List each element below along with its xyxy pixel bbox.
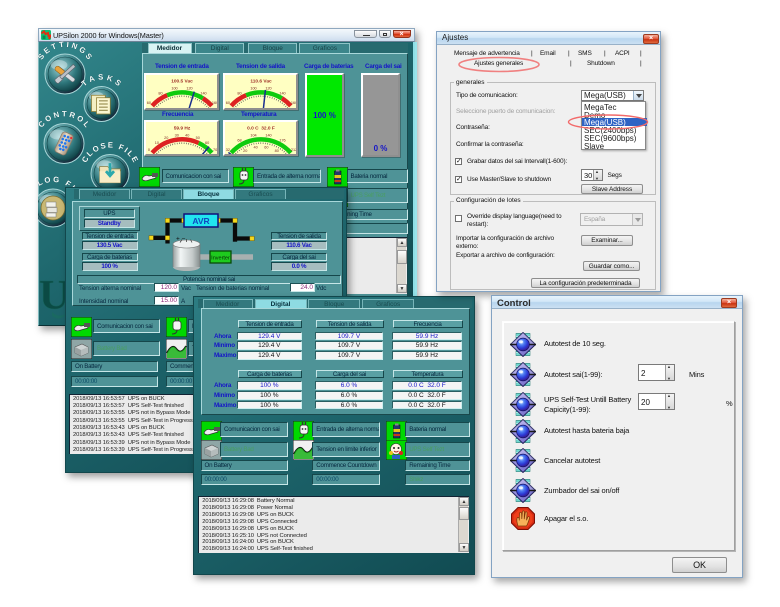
svg-text:120: 120 (186, 87, 192, 91)
svg-text:104: 104 (250, 133, 256, 137)
svg-text:176: 176 (279, 138, 285, 142)
svg-text:60: 60 (225, 101, 229, 105)
svg-text:60: 60 (204, 140, 208, 144)
svg-text:40: 40 (185, 133, 189, 137)
svg-text:140: 140 (279, 92, 285, 96)
svg-text:110.6 Vac: 110.6 Vac (250, 79, 272, 85)
svg-text:32: 32 (225, 148, 229, 152)
svg-text:30: 30 (174, 133, 178, 137)
svg-text:80: 80 (274, 149, 278, 153)
svg-text:20: 20 (243, 149, 247, 153)
svg-text:140: 140 (265, 133, 271, 137)
svg-text:0.0 C 32.0 F: 0.0 C 32.0 F (247, 125, 275, 131)
svg-text:AVR: AVR (192, 216, 209, 226)
svg-text:80: 80 (237, 92, 241, 96)
svg-text:40: 40 (253, 145, 257, 149)
svg-text:0: 0 (147, 148, 149, 152)
svg-text:60: 60 (146, 101, 150, 105)
svg-text:10: 10 (154, 140, 158, 144)
svg-text:70: 70 (212, 148, 216, 152)
svg-text:100: 100 (250, 87, 256, 91)
svg-text:120: 120 (265, 87, 271, 91)
svg-text:80: 80 (158, 92, 162, 96)
svg-text:68: 68 (237, 138, 241, 142)
svg-text:160: 160 (290, 101, 296, 105)
svg-text:100.5 Vac: 100.5 Vac (171, 79, 193, 85)
svg-text:100: 100 (171, 87, 177, 91)
svg-text:59.9 Hz: 59.9 Hz (173, 125, 190, 131)
svg-text:50: 50 (195, 135, 199, 139)
svg-text:60: 60 (264, 145, 268, 149)
svg-text:140: 140 (200, 92, 206, 96)
svg-text:212: 212 (290, 148, 296, 152)
svg-text:20: 20 (164, 135, 168, 139)
svg-text:160: 160 (211, 101, 217, 105)
svg-text:Inverter: Inverter (211, 256, 230, 262)
